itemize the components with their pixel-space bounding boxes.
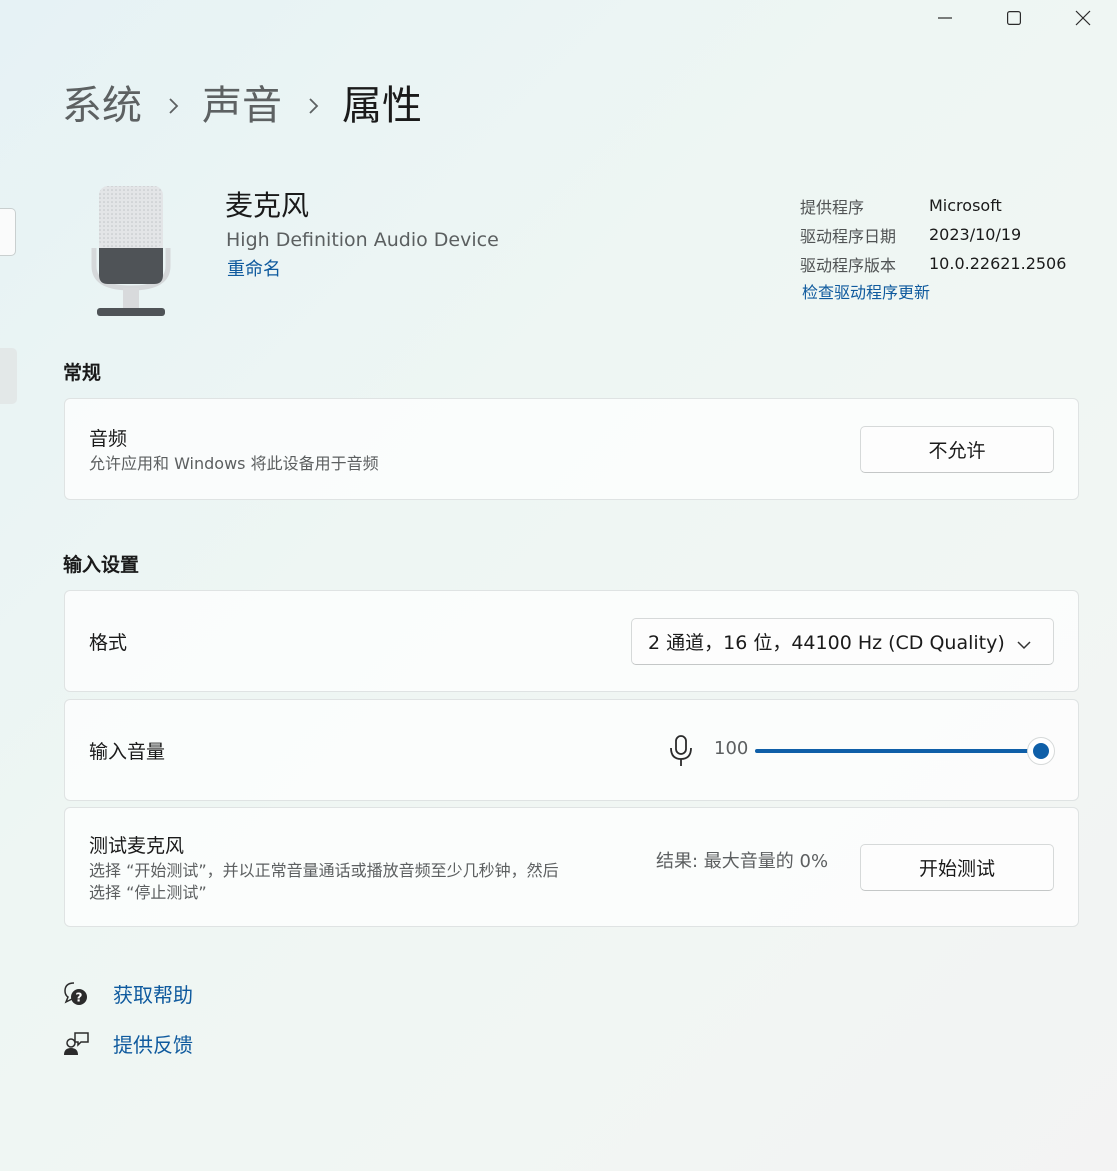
driver-provider-row: 提供程序 Microsoft [800, 191, 1066, 220]
driver-date-row: 驱动程序日期 2023/10/19 [800, 220, 1066, 249]
chevron-right-icon [308, 97, 320, 115]
breadcrumb-system[interactable]: 系统 [62, 80, 142, 132]
help-chat-icon: ? [62, 980, 90, 1008]
sidebar-search-edge[interactable] [0, 208, 16, 256]
input-volume-slider-track[interactable] [755, 749, 1041, 753]
format-label: 格式 [89, 632, 128, 654]
test-result: 结果: 最大音量的 0% [656, 851, 829, 872]
disallow-button[interactable]: 不允许 [860, 426, 1054, 473]
window-controls [910, 0, 1117, 36]
slider-thumb-dot [1033, 743, 1049, 759]
input-volume-card: 输入音量 100 [64, 699, 1079, 801]
sidebar-selected-item-edge[interactable] [0, 348, 17, 404]
close-button[interactable] [1048, 0, 1117, 36]
breadcrumb-sound[interactable]: 声音 [202, 80, 282, 132]
test-microphone-card: 测试麦克风 选择 “开始测试”，并以正常音量通话或播放音频至少几秒钟，然后 选择… [64, 807, 1079, 927]
driver-version-row: 驱动程序版本 10.0.22621.2506 [800, 249, 1066, 278]
svg-text:?: ? [76, 990, 83, 1004]
start-test-button[interactable]: 开始测试 [860, 844, 1054, 891]
driver-info: 提供程序 Microsoft 驱动程序日期 2023/10/19 驱动程序版本 … [800, 191, 1066, 278]
driver-date-value: 2023/10/19 [929, 225, 1022, 244]
test-microphone-desc-line2: 选择 “停止测试” [89, 883, 207, 902]
breadcrumb: 系统 声音 属性 [62, 80, 422, 132]
driver-version-label: 驱动程序版本 [800, 255, 897, 275]
close-icon [1075, 10, 1090, 26]
audio-card: 音频 允许应用和 Windows 将此设备用于音频 不允许 [64, 398, 1079, 500]
chevron-down-icon [1017, 633, 1031, 655]
chevron-right-icon [168, 97, 180, 115]
page-title: 属性 [342, 83, 422, 129]
test-microphone-title: 测试麦克风 [89, 835, 185, 857]
audio-title: 音频 [89, 428, 128, 450]
input-settings-section-title: 输入设置 [63, 554, 140, 576]
input-volume-value: 100 [714, 738, 749, 759]
test-microphone-desc-line1: 选择 “开始测试”，并以正常音量通话或播放音频至少几秒钟，然后 [89, 861, 559, 880]
microphone-icon[interactable] [669, 734, 693, 772]
maximize-icon [1006, 11, 1021, 25]
driver-provider-label: 提供程序 [800, 197, 865, 217]
get-help-link[interactable]: ? 获取帮助 [62, 979, 193, 1008]
device-name: 麦克风 [225, 189, 310, 222]
input-volume-label: 输入音量 [89, 741, 166, 763]
format-card: 格式 2 通道，16 位，44100 Hz (CD Quality) [64, 590, 1079, 692]
maximize-button[interactable] [979, 0, 1048, 36]
feedback-icon [62, 1030, 90, 1058]
audio-description: 允许应用和 Windows 将此设备用于音频 [89, 454, 379, 473]
check-driver-update-link[interactable]: 检查驱动程序更新 [802, 281, 930, 305]
rename-link[interactable]: 重命名 [227, 257, 281, 283]
driver-version-value: 10.0.22621.2506 [929, 254, 1067, 273]
driver-date-label: 驱动程序日期 [800, 226, 897, 246]
give-feedback-link[interactable]: 提供反馈 [62, 1029, 193, 1058]
general-section-title: 常规 [63, 362, 102, 384]
device-description: High Definition Audio Device [226, 229, 499, 251]
minimize-icon [937, 17, 952, 19]
driver-provider-value: Microsoft [929, 196, 1002, 215]
get-help-label: 获取帮助 [113, 983, 193, 1007]
give-feedback-label: 提供反馈 [113, 1033, 193, 1057]
format-selected-value: 2 通道，16 位，44100 Hz (CD Quality) [648, 632, 1005, 654]
input-volume-slider-thumb[interactable] [1027, 737, 1055, 765]
microphone-device-icon [86, 180, 176, 322]
format-dropdown[interactable]: 2 通道，16 位，44100 Hz (CD Quality) [631, 618, 1054, 665]
minimize-button[interactable] [910, 0, 979, 36]
